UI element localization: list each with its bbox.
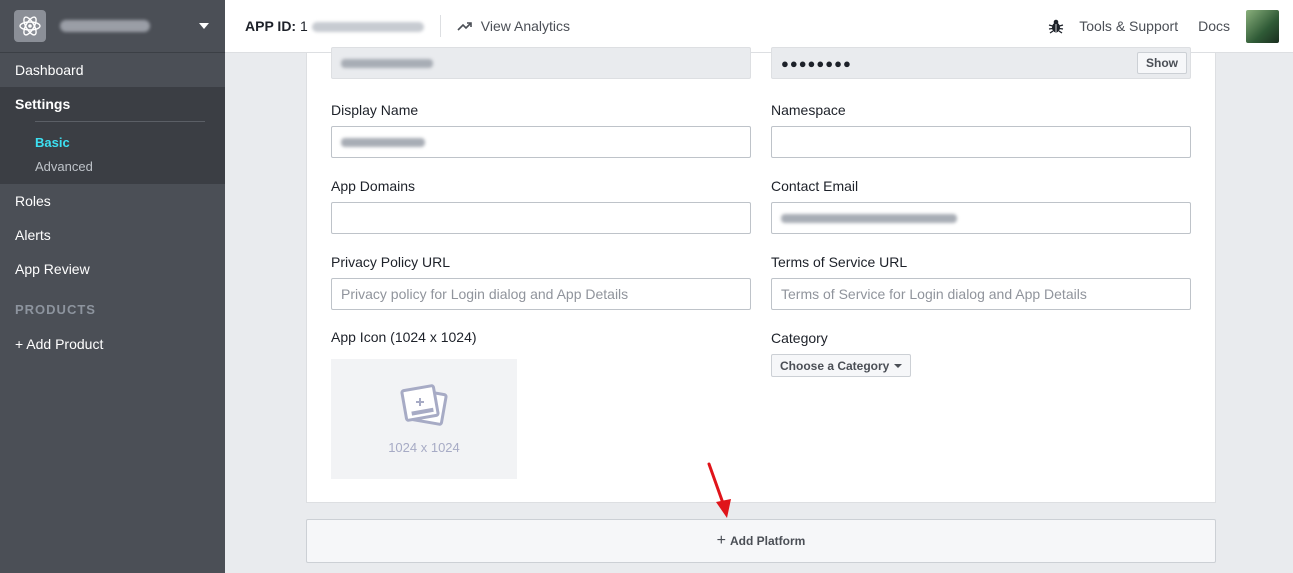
app-id-first-char: 1 xyxy=(299,18,308,34)
top-bar: APP ID: 1 View Analytics Tools & Support xyxy=(225,0,1293,53)
sidebar-item-label: Dashboard xyxy=(15,62,84,78)
sidebar-item-dashboard[interactable]: Dashboard xyxy=(0,53,225,87)
atom-icon xyxy=(14,10,46,42)
view-analytics-label: View Analytics xyxy=(480,18,571,34)
category-field: Category Choose a Category xyxy=(771,330,912,377)
display-name-label: Display Name xyxy=(331,102,419,118)
app-switcher[interactable] xyxy=(0,0,225,53)
choose-category-label: Choose a Category xyxy=(780,358,890,373)
sidebar-item-label: Roles xyxy=(15,193,51,209)
tools-support-label: Tools & Support xyxy=(1079,18,1179,34)
basic-settings-panel: ●●●●●●●● Show Display Name Namespace App… xyxy=(306,47,1216,503)
redacted-value xyxy=(341,58,433,68)
add-product-link[interactable]: + Add Product xyxy=(0,327,225,361)
terms-of-service-field: Terms of Service URL Terms of Service fo… xyxy=(771,254,1191,310)
products-heading: PRODUCTS xyxy=(15,302,96,317)
annotation-arrow-icon xyxy=(707,462,731,518)
app-icon-label: App Icon (1024 x 1024) xyxy=(331,329,477,345)
sidebar-item-label: Settings xyxy=(15,96,71,112)
add-platform-button[interactable]: + Add Platform xyxy=(306,519,1216,563)
app-id-input xyxy=(331,47,751,79)
sidebar-subitem-basic[interactable]: Basic xyxy=(0,130,225,154)
app-id: APP ID: 1 xyxy=(245,18,424,34)
trending-up-icon xyxy=(457,22,472,31)
app-id-field xyxy=(331,47,751,79)
app-secret-value: ●●●●●●●● xyxy=(781,55,852,71)
avatar[interactable] xyxy=(1246,9,1279,43)
add-platform-label: Add Platform xyxy=(730,534,806,548)
app-id-value-redacted xyxy=(311,22,424,33)
redacted-value xyxy=(781,213,957,223)
app-secret-input: ●●●●●●●● Show xyxy=(771,47,1191,79)
contact-email-input[interactable] xyxy=(771,202,1191,234)
add-image-icon xyxy=(400,383,448,426)
redacted-value xyxy=(341,137,425,147)
app-name-redacted xyxy=(60,20,150,32)
top-right-nav: Tools & Support Docs xyxy=(1048,9,1293,43)
contact-email-label: Contact Email xyxy=(771,178,859,194)
app-icon-size: 1024 x 1024 xyxy=(388,439,460,455)
bug-icon xyxy=(1049,19,1064,34)
sidebar-item-app-review[interactable]: App Review xyxy=(0,252,225,286)
settings-submenu: Basic Advanced xyxy=(0,121,225,184)
choose-category-dropdown[interactable]: Choose a Category xyxy=(771,354,912,377)
caret-down-icon[interactable] xyxy=(199,23,209,29)
contact-email-field: Contact Email xyxy=(771,178,1191,234)
namespace-input[interactable] xyxy=(771,126,1191,158)
namespace-field: Namespace xyxy=(771,102,1191,158)
app-id-label: APP ID: xyxy=(245,18,297,34)
view-analytics-link[interactable]: View Analytics xyxy=(457,18,570,34)
show-secret-button[interactable]: Show xyxy=(1137,52,1187,74)
sidebar-item-settings[interactable]: Settings xyxy=(0,87,225,121)
caret-down-icon xyxy=(894,363,903,368)
app-icon-field: App Icon (1024 x 1024) 1024 x 1024 xyxy=(331,329,517,479)
terms-of-service-input[interactable]: Terms of Service for Login dialog and Ap… xyxy=(771,278,1191,310)
app-domains-input[interactable] xyxy=(331,202,751,234)
divider xyxy=(439,15,441,37)
sidebar-item-label: App Review xyxy=(15,261,90,277)
add-product-label: + Add Product xyxy=(15,336,104,352)
docs-link[interactable]: Docs xyxy=(1198,18,1230,34)
app-icon-upload[interactable]: 1024 x 1024 xyxy=(331,359,517,479)
sidebar-subitem-advanced[interactable]: Advanced xyxy=(0,154,225,178)
privacy-policy-placeholder: Privacy policy for Login dialog and App … xyxy=(341,286,629,302)
sidebar-item-label: Alerts xyxy=(15,227,51,243)
privacy-policy-input[interactable]: Privacy policy for Login dialog and App … xyxy=(331,278,751,310)
sidebar-item-alerts[interactable]: Alerts xyxy=(0,218,225,252)
terms-of-service-placeholder: Terms of Service for Login dialog and Ap… xyxy=(781,286,1087,302)
app-domains-label: App Domains xyxy=(331,178,416,194)
sidebar-item-roles[interactable]: Roles xyxy=(0,184,225,218)
app-secret-field: ●●●●●●●● Show xyxy=(771,47,1191,79)
namespace-label: Namespace xyxy=(771,102,846,118)
terms-of-service-label: Terms of Service URL xyxy=(771,254,908,270)
app-domains-field: App Domains xyxy=(331,178,751,234)
display-name-input[interactable] xyxy=(331,126,751,158)
category-label: Category xyxy=(771,330,828,346)
privacy-policy-field: Privacy Policy URL Privacy policy for Lo… xyxy=(331,254,751,310)
sidebar: Dashboard Settings Basic Advanced Roles … xyxy=(0,0,225,573)
privacy-policy-label: Privacy Policy URL xyxy=(331,254,451,270)
plus-icon: + xyxy=(716,532,726,549)
tools-support-link[interactable]: Tools & Support xyxy=(1048,18,1178,34)
display-name-field: Display Name xyxy=(331,102,751,158)
